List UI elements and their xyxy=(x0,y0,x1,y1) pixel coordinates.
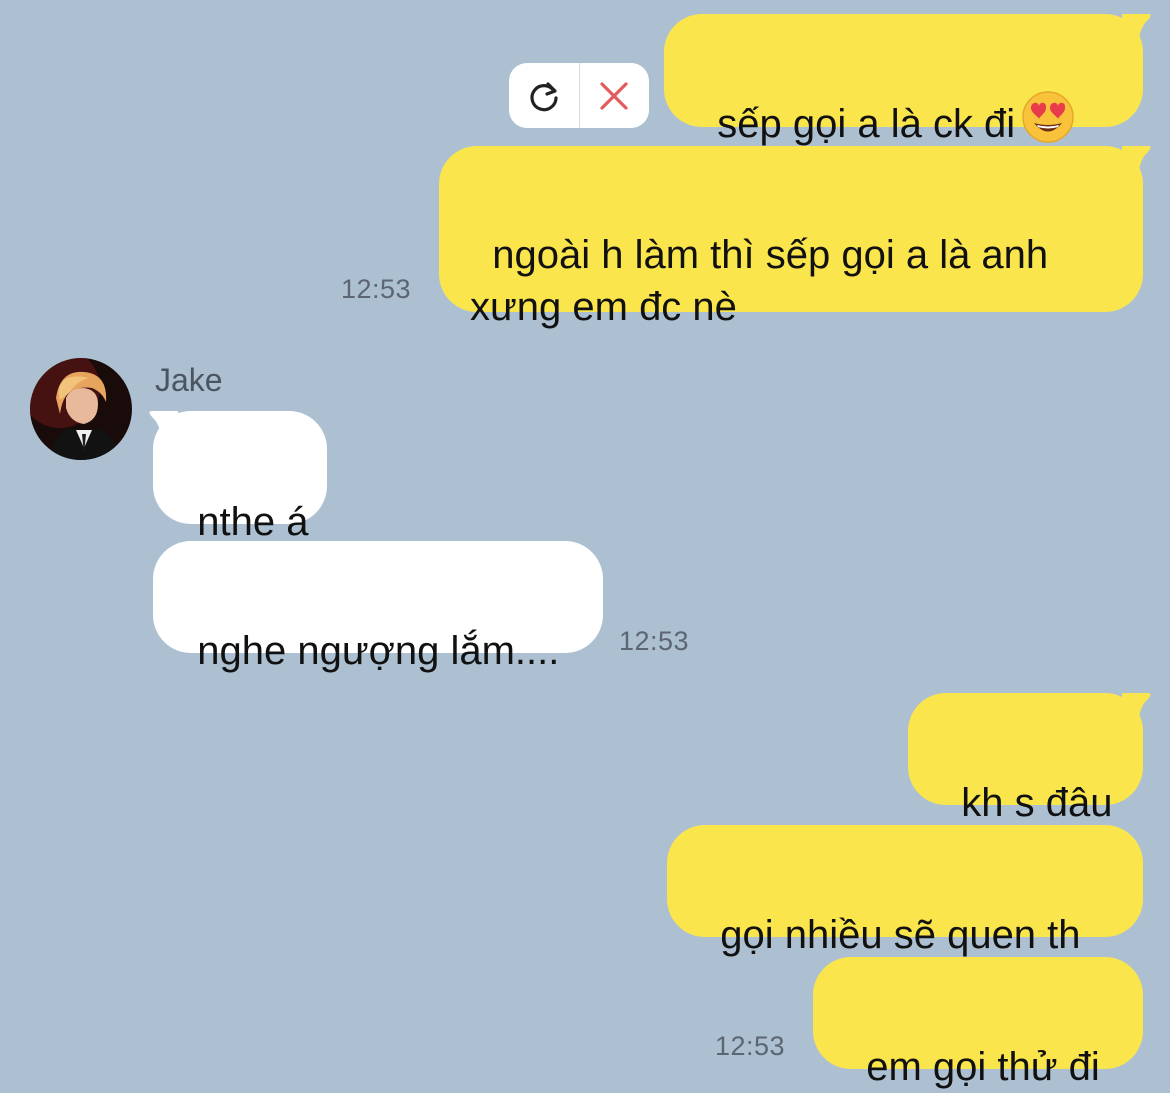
message-timestamp: 12:53 xyxy=(619,626,690,656)
bubble-tail xyxy=(149,411,178,441)
incoming-message[interactable]: nghe ngượng lắm.... xyxy=(153,541,603,673)
outgoing-message[interactable]: sếp gọi a là ck đi xyxy=(664,14,1143,146)
outgoing-message[interactable]: em gọi thử đi xyxy=(813,957,1143,1089)
retry-icon xyxy=(530,81,558,111)
bubble-tail xyxy=(1122,14,1151,44)
message-timestamp: 12:53 xyxy=(715,1031,786,1061)
close-icon xyxy=(600,81,628,110)
message-text: gọi nhiều sẽ quen th xyxy=(720,913,1081,957)
avatar[interactable] xyxy=(30,358,132,460)
message-text: kh s đâu xyxy=(961,781,1113,825)
bubble-tail xyxy=(1122,146,1151,176)
sender-name: Jake xyxy=(155,362,223,398)
outgoing-message[interactable]: ngoài h làm thì sếp gọi a là anh xưng em… xyxy=(439,146,1143,329)
message-text: sếp gọi a là ck đi xyxy=(717,102,1016,147)
incoming-message[interactable]: nthe á xyxy=(153,411,327,544)
outgoing-message[interactable]: kh s đâu xyxy=(908,693,1143,825)
bubble-tail xyxy=(1122,693,1151,723)
outgoing-message[interactable]: gọi nhiều sẽ quen th xyxy=(667,825,1143,957)
retry-button[interactable] xyxy=(509,63,579,128)
message-text: ngoài h làm thì sếp gọi a là anh xưng em… xyxy=(470,233,1049,329)
message-text: em gọi thử đi xyxy=(866,1045,1100,1089)
message-text: nghe ngượng lắm.... xyxy=(197,629,560,673)
message-failed-actions xyxy=(509,63,649,128)
delete-button[interactable] xyxy=(580,63,650,128)
message-timestamp: 12:53 xyxy=(341,274,412,304)
message-text: nthe á xyxy=(197,500,309,544)
